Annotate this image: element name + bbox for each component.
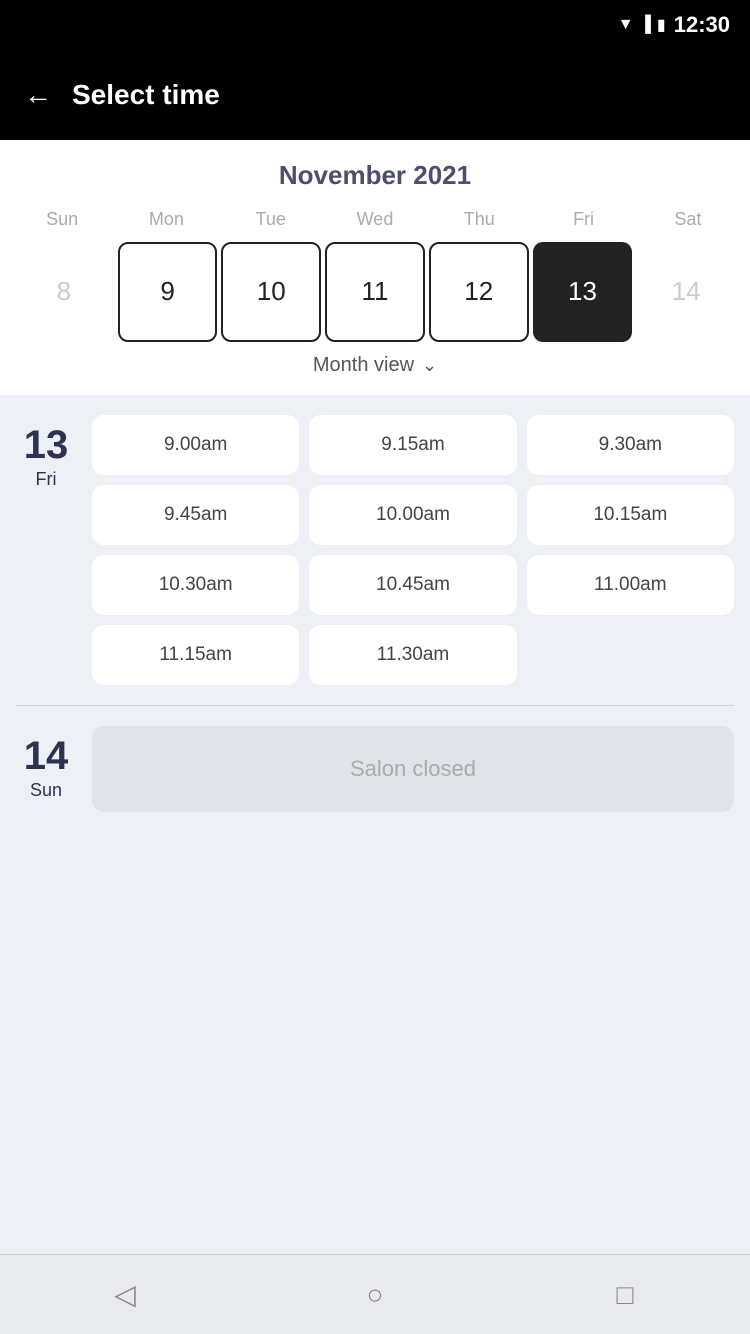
day-13-slots-grid: 9.00am 9.15am 9.30am 9.45am 10.00am 10.1… xyxy=(92,415,734,685)
day-14-block: 14 Sun Salon closed xyxy=(16,726,734,812)
section-divider xyxy=(16,705,734,706)
status-icons: ▼ ▐ ▮ xyxy=(618,15,666,35)
status-time: 12:30 xyxy=(674,12,730,38)
status-bar: ▼ ▐ ▮ 12:30 xyxy=(0,0,750,50)
time-slot-915am[interactable]: 9.15am xyxy=(309,415,516,475)
day-14-label: 14 Sun xyxy=(16,726,76,812)
wifi-icon: ▼ xyxy=(618,16,634,34)
page-title: Select time xyxy=(72,79,220,111)
day-cell-8[interactable]: 8 xyxy=(14,242,114,342)
nav-recent-button[interactable]: □ xyxy=(600,1270,650,1320)
time-slot-1030am[interactable]: 10.30am xyxy=(92,555,299,615)
day-header-mon: Mon xyxy=(114,205,218,234)
day-cell-12[interactable]: 12 xyxy=(429,242,529,342)
battery-icon: ▮ xyxy=(657,15,666,35)
nav-back-button[interactable]: ◁ xyxy=(100,1270,150,1320)
month-view-toggle[interactable]: Month view ⌄ xyxy=(10,342,740,385)
day-14-name: Sun xyxy=(30,780,62,801)
salon-closed-box: Salon closed xyxy=(92,726,734,812)
time-slot-1115am[interactable]: 11.15am xyxy=(92,625,299,685)
time-slot-1100am[interactable]: 11.00am xyxy=(527,555,734,615)
time-section: 13 Fri 9.00am 9.15am 9.30am 9.45am 10.00… xyxy=(0,395,750,1254)
bottom-nav: ◁ ○ □ xyxy=(0,1254,750,1334)
signal-icon: ▐ xyxy=(640,16,651,34)
time-slot-900am[interactable]: 9.00am xyxy=(92,415,299,475)
month-year-label: November 2021 xyxy=(10,160,740,191)
salon-closed-label: Salon closed xyxy=(350,756,476,782)
day-headers-row: Sun Mon Tue Wed Thu Fri Sat xyxy=(10,205,740,234)
page-header: ← Select time xyxy=(0,50,750,140)
time-slot-930am[interactable]: 9.30am xyxy=(527,415,734,475)
calendar-section: November 2021 Sun Mon Tue Wed Thu Fri Sa… xyxy=(0,140,750,395)
day-cell-11[interactable]: 11 xyxy=(325,242,425,342)
month-view-label: Month view xyxy=(313,354,414,377)
time-slot-1015am[interactable]: 10.15am xyxy=(527,485,734,545)
week-row: 8 9 10 11 12 13 14 xyxy=(10,242,740,342)
time-slot-1045am[interactable]: 10.45am xyxy=(309,555,516,615)
day-cell-14[interactable]: 14 xyxy=(636,242,736,342)
day-14-number: 14 xyxy=(24,736,69,776)
day-cell-9[interactable]: 9 xyxy=(118,242,218,342)
day-header-sat: Sat xyxy=(636,205,740,234)
day-cell-10[interactable]: 10 xyxy=(221,242,321,342)
day-header-thu: Thu xyxy=(427,205,531,234)
day-cell-13[interactable]: 13 xyxy=(533,242,633,342)
chevron-down-icon: ⌄ xyxy=(422,355,437,376)
time-slot-1000am[interactable]: 10.00am xyxy=(309,485,516,545)
time-slot-1130am[interactable]: 11.30am xyxy=(309,625,516,685)
day-header-fri: Fri xyxy=(531,205,635,234)
nav-home-button[interactable]: ○ xyxy=(350,1270,400,1320)
time-slot-945am[interactable]: 9.45am xyxy=(92,485,299,545)
day-13-label: 13 Fri xyxy=(16,415,76,685)
day-header-sun: Sun xyxy=(10,205,114,234)
day-header-wed: Wed xyxy=(323,205,427,234)
day-header-tue: Tue xyxy=(219,205,323,234)
day-13-number: 13 xyxy=(24,425,69,465)
day-13-block: 13 Fri 9.00am 9.15am 9.30am 9.45am 10.00… xyxy=(16,415,734,685)
back-button[interactable]: ← xyxy=(24,79,52,111)
day-13-name: Fri xyxy=(36,469,57,490)
